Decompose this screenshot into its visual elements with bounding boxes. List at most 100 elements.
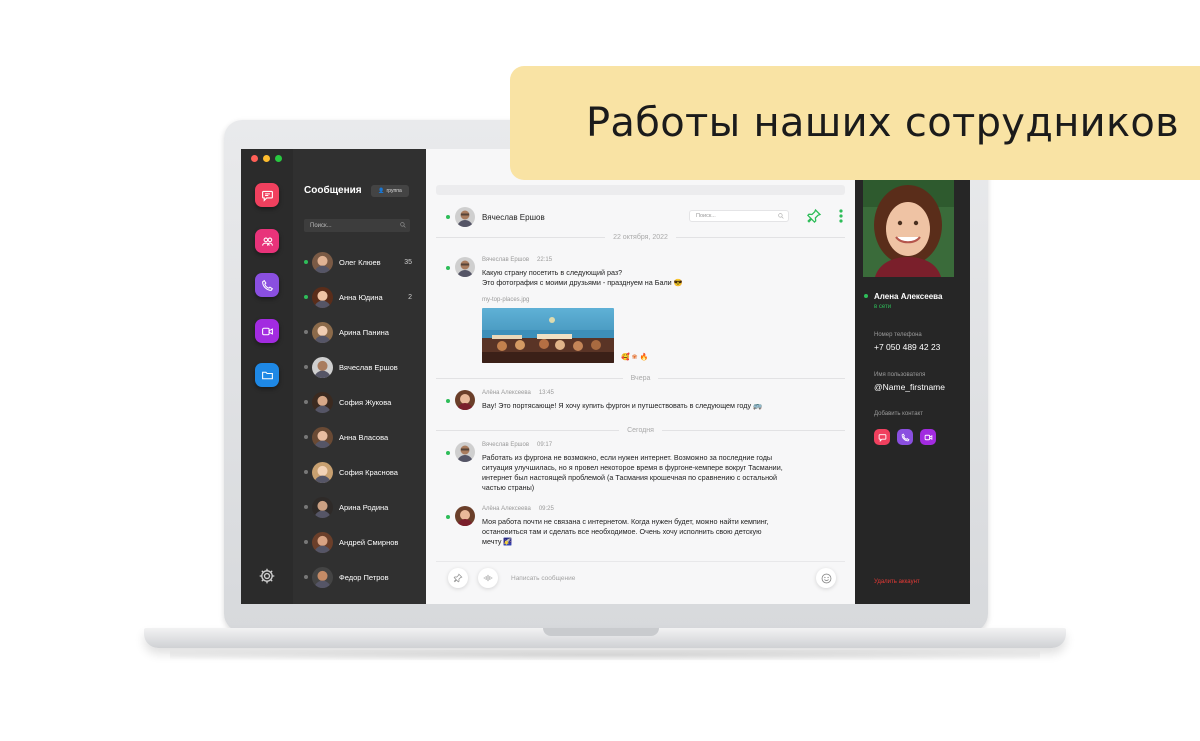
- profile-video-button[interactable]: [920, 429, 936, 445]
- status-dot: [304, 400, 308, 404]
- username-label: Имя пользователя: [874, 372, 926, 378]
- contact-name: София Краснова: [339, 467, 398, 477]
- message-line: Моя работа почти не связана с интернетом…: [482, 517, 769, 526]
- voice-message-button[interactable]: [478, 568, 498, 588]
- avatar: [312, 286, 333, 308]
- message-line: Работать из фургона не возможно, если ну…: [482, 453, 773, 462]
- message-input[interactable]: Написать сообщение: [511, 575, 575, 582]
- pin-icon[interactable]: [806, 208, 822, 224]
- unread-count-badge: 2: [408, 293, 412, 301]
- avatar[interactable]: [455, 207, 475, 227]
- message-line: остановиться там и сделать все необходим…: [482, 527, 762, 536]
- maximize-window-button[interactable]: [275, 155, 282, 162]
- video-camera-icon: [261, 327, 273, 335]
- date-separator-label: Сегодня: [627, 426, 654, 434]
- message-time: 13:45: [538, 390, 554, 396]
- contact-name: Анна Власова: [339, 432, 389, 442]
- username-value: @Name_firstname: [874, 382, 945, 392]
- avatar: [312, 531, 333, 553]
- status-dot: [304, 435, 308, 439]
- message-author: Алёна Алексеева: [482, 390, 531, 396]
- rail-contacts-button[interactable]: [255, 229, 279, 253]
- phone-icon: [901, 432, 910, 441]
- online-indicator: [446, 399, 450, 403]
- status-dot: [304, 575, 308, 579]
- message-line: мечту 🌠: [482, 537, 513, 546]
- chat-search-placeholder: Поиск...: [696, 213, 716, 219]
- contact-item[interactable]: Анна Юдина 2: [293, 284, 426, 310]
- new-group-button[interactable]: 👤 группа: [371, 185, 409, 197]
- message-line: Это фотография с моими друзьями - праздн…: [482, 278, 683, 287]
- chat-bubble-icon: [261, 190, 273, 202]
- attachment-photo[interactable]: [482, 308, 614, 363]
- avatar: [312, 356, 333, 378]
- contact-name: Арина Родина: [339, 502, 389, 512]
- folder-icon: [261, 371, 273, 379]
- banner-title: Работы наших сотрудников: [586, 100, 1180, 146]
- contact-search-input[interactable]: Поиск...: [304, 219, 410, 232]
- contact-item[interactable]: Арина Панина: [293, 319, 426, 345]
- search-icon: [400, 222, 406, 228]
- attachment-filename[interactable]: my-top-places.jpg: [482, 297, 529, 303]
- search-icon: [778, 213, 784, 219]
- avatar[interactable]: [455, 506, 475, 526]
- message-line: Вау! Это портясающе! Я хочу купить фурго…: [482, 401, 763, 410]
- message-text: Вау! Это портясающе! Я хочу купить фурго…: [482, 401, 762, 411]
- avatar[interactable]: [455, 257, 475, 277]
- attach-button[interactable]: [448, 568, 468, 588]
- contact-item[interactable]: Андрей Смирнов: [293, 529, 426, 555]
- rail-messages-button[interactable]: [255, 183, 279, 207]
- banner: Работы наших сотрудников: [510, 66, 1200, 180]
- contacts-icon: [261, 237, 273, 246]
- contact-search-placeholder: Поиск...: [310, 222, 332, 229]
- message-author: Вячеслав Ершов: [482, 442, 530, 448]
- list-title: Сообщения: [304, 185, 362, 196]
- message-meta: Алёна Алексеева 09:25: [482, 506, 554, 512]
- message-reactions[interactable]: 🥰 ❀ 🔥: [621, 353, 648, 361]
- contact-item[interactable]: Вячеслав Ершов: [293, 354, 426, 380]
- message-time: 22:15: [537, 257, 553, 263]
- profile-call-button[interactable]: [897, 429, 913, 445]
- rail-video-button[interactable]: [255, 319, 279, 343]
- pin-icon: [453, 573, 463, 583]
- message-meta: Алёна Алексеева 13:45: [482, 390, 554, 396]
- avatar: [312, 426, 333, 448]
- app-window: Сообщения 👤 группа Поиск... Олег Клюев 35…: [241, 149, 970, 604]
- online-indicator: [446, 215, 450, 219]
- contact-item[interactable]: София Жукова: [293, 389, 426, 415]
- minimize-window-button[interactable]: [263, 155, 270, 162]
- message-author: Вячеслав Ершов: [482, 257, 530, 263]
- contact-item[interactable]: Анна Власова: [293, 424, 426, 450]
- rail-calls-button[interactable]: [255, 273, 279, 297]
- avatar[interactable]: [455, 442, 475, 462]
- chat-search-input[interactable]: Поиск...: [689, 210, 789, 222]
- date-separator-label: Вчера: [630, 374, 651, 382]
- gear-icon[interactable]: [258, 567, 276, 585]
- contact-item[interactable]: Федор Петров: [293, 564, 426, 590]
- rail-files-button[interactable]: [255, 363, 279, 387]
- icon-rail: [241, 149, 293, 604]
- group-button-label: группа: [386, 188, 402, 194]
- online-indicator: [446, 451, 450, 455]
- chat-header-name: Вячеслав Ершов: [482, 213, 545, 222]
- profile-photo: [863, 177, 954, 277]
- status-dot: [304, 295, 308, 299]
- contact-item[interactable]: София Краснова: [293, 459, 426, 485]
- online-indicator: [446, 515, 450, 519]
- status-dot: [304, 505, 308, 509]
- close-window-button[interactable]: [251, 155, 258, 162]
- date-separator-label: 22 октября, 2022: [613, 233, 668, 241]
- emoji-button[interactable]: [816, 568, 836, 588]
- contact-name: Анна Юдина: [339, 292, 383, 302]
- contact-item[interactable]: Арина Родина: [293, 494, 426, 520]
- message-line: Какую страну посетить в следующий раз?: [482, 268, 623, 277]
- more-options-icon[interactable]: [839, 209, 843, 223]
- message-time: 09:25: [538, 506, 554, 512]
- delete-account-link[interactable]: Удалить аккаунт: [874, 579, 920, 585]
- contact-item[interactable]: Олег Клюев 35: [293, 249, 426, 275]
- profile-message-button[interactable]: [874, 429, 890, 445]
- avatar: [312, 321, 333, 343]
- status-dot: [304, 330, 308, 334]
- avatar[interactable]: [455, 390, 475, 410]
- smiley-icon: [821, 573, 831, 583]
